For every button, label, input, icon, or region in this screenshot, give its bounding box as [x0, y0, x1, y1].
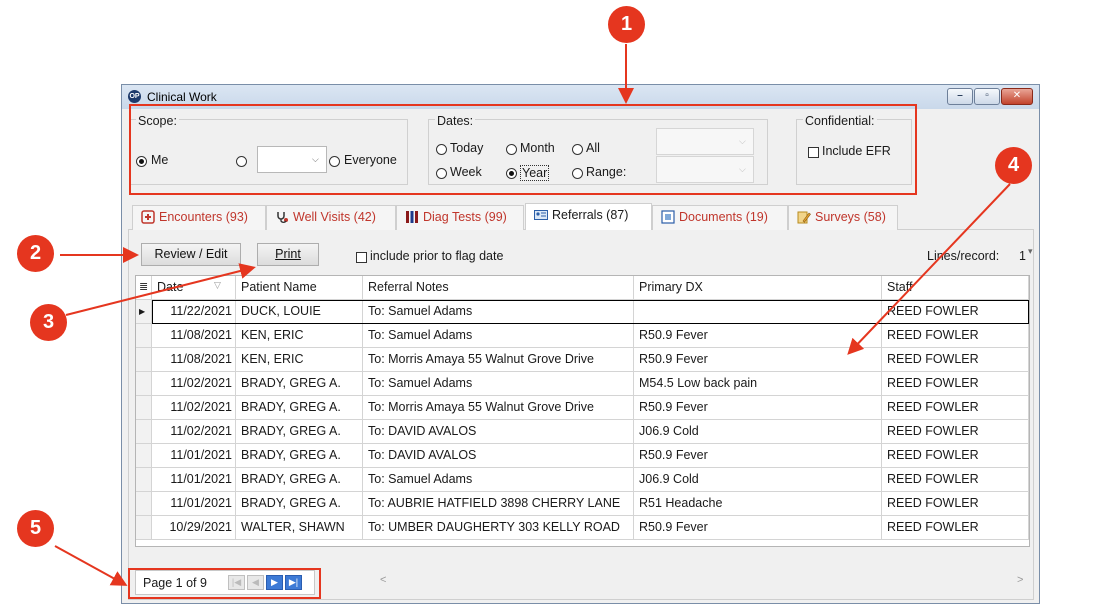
callout-4: 4 [995, 147, 1032, 184]
callout-3: 3 [30, 304, 67, 341]
callout-arrows [54, 44, 1011, 586]
callout-2: 2 [17, 235, 54, 272]
callout-3-arrow [65, 263, 256, 316]
callout-1: 1 [608, 6, 645, 43]
callout-5-arrow [54, 545, 128, 586]
callout-5: 5 [17, 510, 54, 547]
callout-4-arrow [847, 183, 1011, 355]
